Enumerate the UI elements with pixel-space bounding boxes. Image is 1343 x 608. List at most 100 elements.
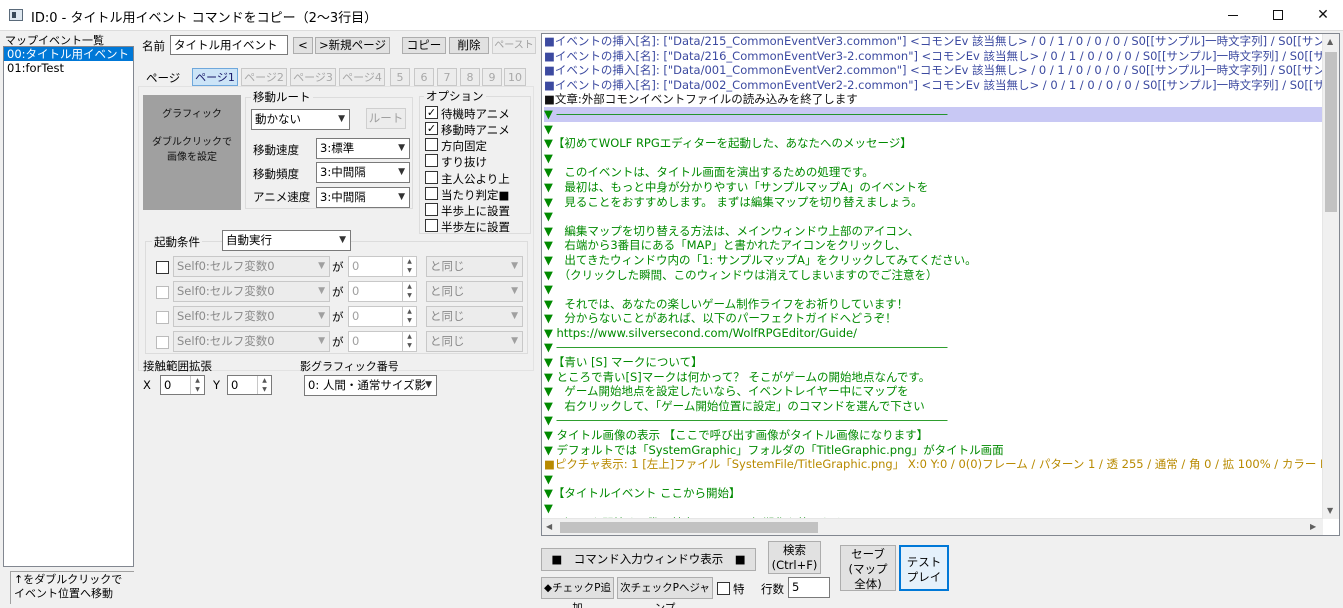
condition-variable-select[interactable]: Self0:セルフ変数0 ▼	[173, 331, 330, 352]
trigger-select[interactable]: 自動実行 ▼	[222, 230, 351, 251]
event-command-list[interactable]: ■イベントの挿入[名]: ["Data/215_CommonEventVer3.…	[541, 33, 1340, 536]
code-line[interactable]: ▼ （クリックした瞬間、このウィンドウは消えてしまいますのでご注意を）	[544, 268, 1324, 283]
code-line[interactable]: ▼ ――――――――――――――――――――――――――――――――――	[544, 413, 1324, 428]
copy-button[interactable]: コピー	[402, 37, 446, 54]
code-line[interactable]: ▼ デフォルトでは「SystemGraphic」フォルダの「TitleGraph…	[544, 443, 1324, 458]
code-line[interactable]: ▼	[544, 501, 1324, 516]
scroll-right-icon[interactable]: ▶	[1310, 522, 1316, 531]
option-checkbox[interactable]	[425, 138, 438, 151]
code-line[interactable]: ▼ 分からないことがあれば、以下のパーフェクトガイドへどうぞ！	[544, 311, 1324, 326]
graphic-preview[interactable]: グラフィック ダブルクリックで 画像を設定	[143, 95, 241, 210]
code-line[interactable]: ▼	[544, 151, 1324, 166]
anim-speed-select[interactable]: 3:中間隔 ▼	[316, 187, 410, 208]
code-line[interactable]: ▼ https://www.silversecond.com/WolfRPGEd…	[544, 326, 1324, 341]
add-checkpoint-button[interactable]: ◆チェックP追加	[541, 577, 614, 608]
code-line[interactable]: ▼ それでは、あなたの楽しいゲーム制作ライフをお祈りしています！	[544, 297, 1324, 312]
option-checkbox[interactable]	[425, 154, 438, 167]
condition-compare-select[interactable]: と同じ ▼	[426, 331, 523, 352]
minimize-button[interactable]	[1210, 0, 1256, 31]
tab-page-8[interactable]: 8	[460, 68, 480, 86]
tab-page-1[interactable]: ページ1	[192, 68, 238, 86]
condition-number-spinner[interactable]: 0 ▲ ▼	[348, 331, 417, 352]
code-line[interactable]: ▼ ところで青い[S]マークは何かって？ そこがゲームの開始地点なんです。	[544, 370, 1324, 385]
code-line[interactable]: ▼	[544, 472, 1324, 487]
tab-page-6[interactable]: 6	[414, 68, 434, 86]
tab-page-7[interactable]: 7	[437, 68, 457, 86]
shadow-select[interactable]: 0: 人間・通常サイズ影 ▼	[304, 375, 437, 396]
search-button[interactable]: 検索 (Ctrl+F)	[768, 541, 821, 574]
option-checkbox[interactable]	[425, 203, 438, 216]
contact-x-spinner[interactable]: 0 ▲ ▼	[160, 375, 205, 395]
scroll-left-icon[interactable]: ◀	[546, 522, 552, 531]
tab-page-2[interactable]: ページ2	[241, 68, 287, 86]
speed-select[interactable]: 3:標準 ▼	[316, 138, 410, 159]
option-checkbox[interactable]: ✓	[425, 106, 438, 119]
scroll-down-icon[interactable]: ▼	[1327, 506, 1333, 515]
next-checkpoint-button[interactable]: 次チェックPへジャンプ	[617, 577, 713, 608]
paste-button[interactable]: ペースト	[492, 37, 536, 54]
save-button[interactable]: セーブ (マップ 全体)	[840, 545, 896, 591]
code-line[interactable]: ▼	[544, 122, 1324, 137]
tab-page-9[interactable]: 9	[482, 68, 502, 86]
maximize-button[interactable]	[1255, 0, 1301, 31]
list-item[interactable]: 01:forTest	[4, 61, 133, 75]
code-line[interactable]: ▼ 右端から3番目にある「MAP」と書かれたアイコンをクリックし、	[544, 238, 1324, 253]
code-line[interactable]: ▼【青い [S] マークについて】	[544, 355, 1324, 370]
condition-checkbox[interactable]	[156, 336, 169, 349]
spinner-arrows-icon[interactable]: ▲ ▼	[190, 376, 204, 394]
code-line[interactable]: ■文章:外部コモンイベントファイルの読み込みを終了します	[544, 92, 1324, 107]
condition-number-spinner[interactable]: 0 ▲ ▼	[348, 306, 417, 327]
tab-page-4[interactable]: ページ4	[339, 68, 385, 86]
condition-variable-select[interactable]: Self0:セルフ変数0 ▼	[173, 306, 330, 327]
condition-variable-select[interactable]: Self0:セルフ変数0 ▼	[173, 281, 330, 302]
new-page-button[interactable]: >新規ページ	[315, 37, 390, 54]
option-checkbox[interactable]: ✓	[425, 122, 438, 135]
condition-checkbox[interactable]	[156, 311, 169, 324]
route-select[interactable]: 動かない ▼	[251, 109, 350, 130]
condition-compare-select[interactable]: と同じ ▼	[426, 281, 523, 302]
code-line[interactable]: ▼ 出てきたウィンドウ内の「1: サンプルマップA」をクリックしてみてください。	[544, 253, 1324, 268]
code-line[interactable]: ■イベントの挿入[名]: ["Data/002_CommonEventVer2-…	[544, 78, 1324, 93]
command-window-button[interactable]: ■ コマンド入力ウィンドウ表示 ■	[541, 548, 756, 571]
condition-compare-select[interactable]: と同じ ▼	[426, 256, 523, 277]
spinner-arrows-icon[interactable]: ▲ ▼	[402, 307, 416, 326]
code-line[interactable]: ■ピクチャ表示: 1 [左上]ファイル「SystemFile/TitleGrap…	[544, 457, 1324, 472]
spinner-arrows-icon[interactable]: ▲ ▼	[402, 257, 416, 276]
tab-page-5[interactable]: 5	[390, 68, 410, 86]
code-line[interactable]: ▼ ――――――――――――――――――――――――――――――――――	[544, 340, 1324, 355]
code-line[interactable]: ▼	[544, 209, 1324, 224]
tab-page-10[interactable]: 10	[504, 68, 526, 86]
code-line[interactable]: ▼ 最初は、もっと中身が分かりやすい「サンプルマップA」のイベントを	[544, 180, 1324, 195]
spinner-arrows-icon[interactable]: ▲ ▼	[402, 332, 416, 351]
scroll-up-icon[interactable]: ▲	[1327, 37, 1333, 46]
code-line[interactable]: ▼ 見ることをおすすめします。 まずは編集マップを切り替えましょう。	[544, 195, 1324, 210]
spinner-arrows-icon[interactable]: ▲ ▼	[257, 376, 271, 394]
code-line[interactable]: ▼ このイベントは、タイトル画面を演出するための処理です。	[544, 165, 1324, 180]
scroll-thumb[interactable]	[1325, 52, 1337, 212]
option-checkbox[interactable]	[425, 187, 438, 200]
special-checkbox[interactable]	[717, 582, 730, 595]
spinner-arrows-icon[interactable]: ▲ ▼	[402, 282, 416, 301]
code-line[interactable]: ▼ タイトル画像の表示 【ここで呼び出す画像がタイトル画像になります】	[544, 428, 1324, 443]
list-item[interactable]: 00:タイトル用イベント	[4, 47, 133, 61]
prev-page-button[interactable]: <	[293, 37, 313, 54]
condition-checkbox[interactable]	[156, 261, 169, 274]
horizontal-scrollbar[interactable]: ◀ ▶	[542, 518, 1323, 535]
close-button[interactable]: ✕	[1300, 0, 1343, 31]
condition-number-spinner[interactable]: 0 ▲ ▼	[348, 281, 417, 302]
option-checkbox[interactable]	[425, 171, 438, 184]
code-line[interactable]: ▼ 編集マップを切り替える方法は、メインウィンドウ上部のアイコン、	[544, 224, 1324, 239]
vertical-scrollbar[interactable]: ▲ ▼	[1322, 34, 1339, 519]
condition-compare-select[interactable]: と同じ ▼	[426, 306, 523, 327]
contact-y-spinner[interactable]: 0 ▲ ▼	[227, 375, 272, 395]
rows-input[interactable]: 5	[788, 577, 830, 598]
code-line[interactable]: ▼	[544, 282, 1324, 297]
delete-button[interactable]: 削除	[449, 37, 489, 54]
code-line[interactable]: ▼ ゲーム開始地点を設定したいなら、イベントレイヤー中にマップを	[544, 384, 1324, 399]
condition-number-spinner[interactable]: 0 ▲ ▼	[348, 256, 417, 277]
code-line[interactable]: ▼ 右クリックして、「ゲーム開始位置に設定」のコマンドを選んで下さい	[544, 399, 1324, 414]
condition-variable-select[interactable]: Self0:セルフ変数0 ▼	[173, 256, 330, 277]
option-checkbox[interactable]	[425, 219, 438, 232]
code-line[interactable]: ■イベントの挿入[名]: ["Data/001_CommonEventVer2.…	[544, 63, 1324, 78]
code-line[interactable]: ▼【タイトルイベント ここから開始】	[544, 486, 1324, 501]
